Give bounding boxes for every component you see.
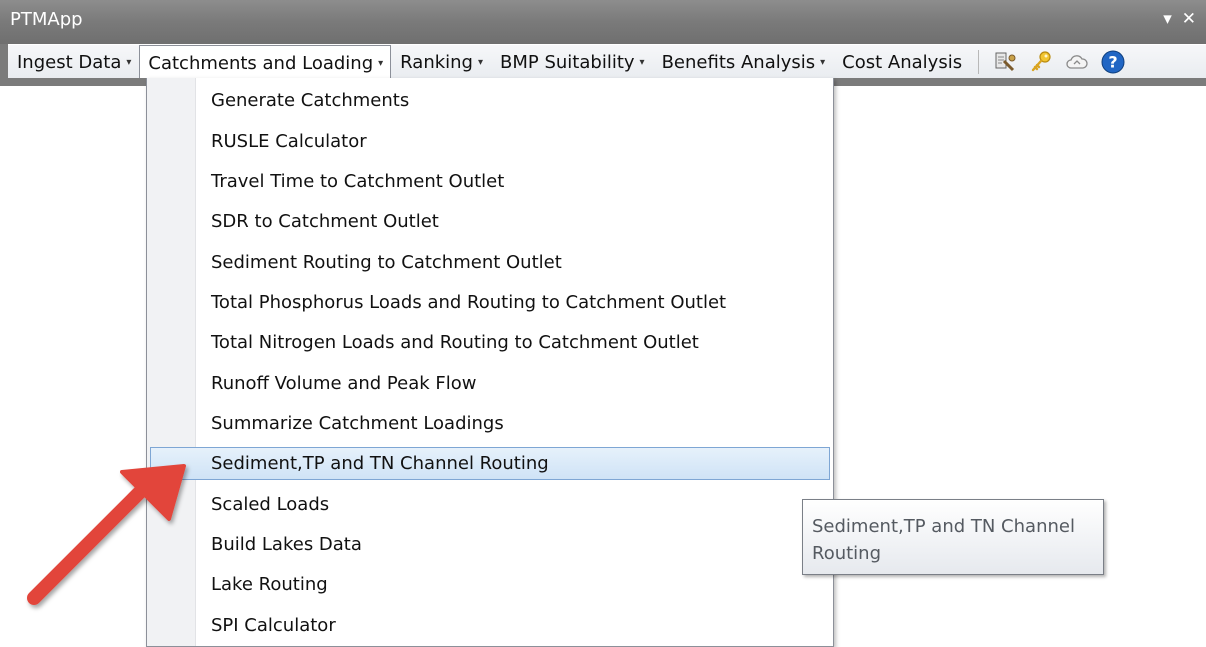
- tooltip: Sediment,TP and TN Channel Routing: [802, 499, 1104, 575]
- ptmapp-window: PTMApp ▾ ✕ Ingest Data ▾ Catchments and …: [0, 0, 1206, 86]
- menu-item-label: RUSLE Calculator: [211, 131, 367, 152]
- menu-item-lake-routing[interactable]: Lake Routing: [150, 568, 830, 601]
- menu-benefits-analysis[interactable]: Benefits Analysis ▾: [653, 45, 834, 79]
- chevron-down-icon: ▾: [639, 56, 645, 68]
- menu-catchments-and-loading[interactable]: Catchments and Loading ▾: [139, 45, 392, 81]
- chevron-down-icon: ▾: [820, 56, 826, 68]
- title-controls: ▾ ✕: [1163, 9, 1196, 29]
- menu-item-label: Summarize Catchment Loadings: [211, 413, 504, 434]
- dropdown-arrow-icon[interactable]: ▾: [1163, 9, 1172, 29]
- menu-item-rusle-calculator[interactable]: RUSLE Calculator: [150, 125, 830, 158]
- tooltip-line: Routing: [812, 543, 882, 564]
- chevron-down-icon: ▾: [378, 57, 384, 69]
- menu-item-total-phosphorus[interactable]: Total Phosphorus Loads and Routing to Ca…: [150, 286, 830, 319]
- menu-item-runoff-volume[interactable]: Runoff Volume and Peak Flow: [150, 367, 830, 400]
- menu-item-label: Sediment,TP and TN Channel Routing: [211, 453, 549, 474]
- chevron-down-icon: ▾: [126, 56, 132, 68]
- toolbar-separator: [978, 50, 980, 74]
- menu-item-label: SPI Calculator: [211, 615, 336, 636]
- menu-label: Benefits Analysis: [661, 51, 816, 73]
- close-icon[interactable]: ✕: [1182, 9, 1196, 29]
- tooltip-line: Sediment,TP and TN Channel: [812, 516, 1075, 537]
- menu-item-generate-catchments[interactable]: Generate Catchments: [150, 84, 830, 117]
- menu-item-label: Generate Catchments: [211, 90, 410, 111]
- tools-icon[interactable]: [992, 49, 1018, 75]
- menu-label: BMP Suitability: [500, 51, 635, 73]
- menu-item-channel-routing[interactable]: Sediment,TP and TN Channel Routing: [150, 447, 830, 480]
- menu-cost-analysis[interactable]: Cost Analysis: [833, 45, 970, 79]
- menu-item-label: Sediment Routing to Catchment Outlet: [211, 252, 562, 273]
- menu-item-sdr[interactable]: SDR to Catchment Outlet: [150, 205, 830, 238]
- help-icon[interactable]: ?: [1100, 49, 1126, 75]
- menu-item-sediment-routing[interactable]: Sediment Routing to Catchment Outlet: [150, 246, 830, 279]
- toolbar: Ingest Data ▾ Catchments and Loading ▾ R…: [8, 44, 1206, 81]
- svg-text:?: ?: [1108, 53, 1117, 72]
- menu-item-scaled-loads[interactable]: Scaled Loads: [150, 488, 830, 521]
- menu-item-travel-time[interactable]: Travel Time to Catchment Outlet: [150, 165, 830, 198]
- window-title: PTMApp: [10, 9, 83, 30]
- menu-label: Cost Analysis: [842, 51, 963, 73]
- menu-item-spi-calculator[interactable]: SPI Calculator: [150, 609, 830, 642]
- menu-item-build-lakes-data[interactable]: Build Lakes Data: [150, 528, 830, 561]
- menu-item-label: Travel Time to Catchment Outlet: [211, 171, 505, 192]
- cloud-icon[interactable]: [1064, 49, 1090, 75]
- menu-label: Catchments and Loading: [148, 52, 374, 74]
- menu-item-label: Build Lakes Data: [211, 534, 362, 555]
- menu-item-label: Runoff Volume and Peak Flow: [211, 373, 477, 394]
- title-bar[interactable]: PTMApp ▾ ✕: [0, 0, 1206, 45]
- menu-item-label: Lake Routing: [211, 574, 328, 595]
- key-icon[interactable]: [1028, 49, 1054, 75]
- chevron-down-icon: ▾: [477, 56, 484, 68]
- menu-bmp-suitability[interactable]: BMP Suitability ▾: [491, 45, 653, 79]
- menu-ranking[interactable]: Ranking ▾: [391, 45, 491, 79]
- menu-item-label: Scaled Loads: [211, 494, 330, 515]
- menu-item-label: Total Nitrogen Loads and Routing to Catc…: [211, 332, 699, 353]
- menu-label: Ranking: [400, 51, 473, 73]
- menu-item-total-nitrogen[interactable]: Total Nitrogen Loads and Routing to Catc…: [150, 326, 830, 359]
- menu-ingest-data[interactable]: Ingest Data ▾: [8, 45, 139, 79]
- catchments-and-loading-dropdown: Generate Catchments RUSLE Calculator Tra…: [146, 78, 834, 647]
- menu-item-label: SDR to Catchment Outlet: [211, 211, 439, 232]
- menu-label: Ingest Data: [17, 51, 122, 73]
- menu-item-label: Total Phosphorus Loads and Routing to Ca…: [211, 292, 727, 313]
- menu-item-summarize-loadings[interactable]: Summarize Catchment Loadings: [150, 407, 830, 440]
